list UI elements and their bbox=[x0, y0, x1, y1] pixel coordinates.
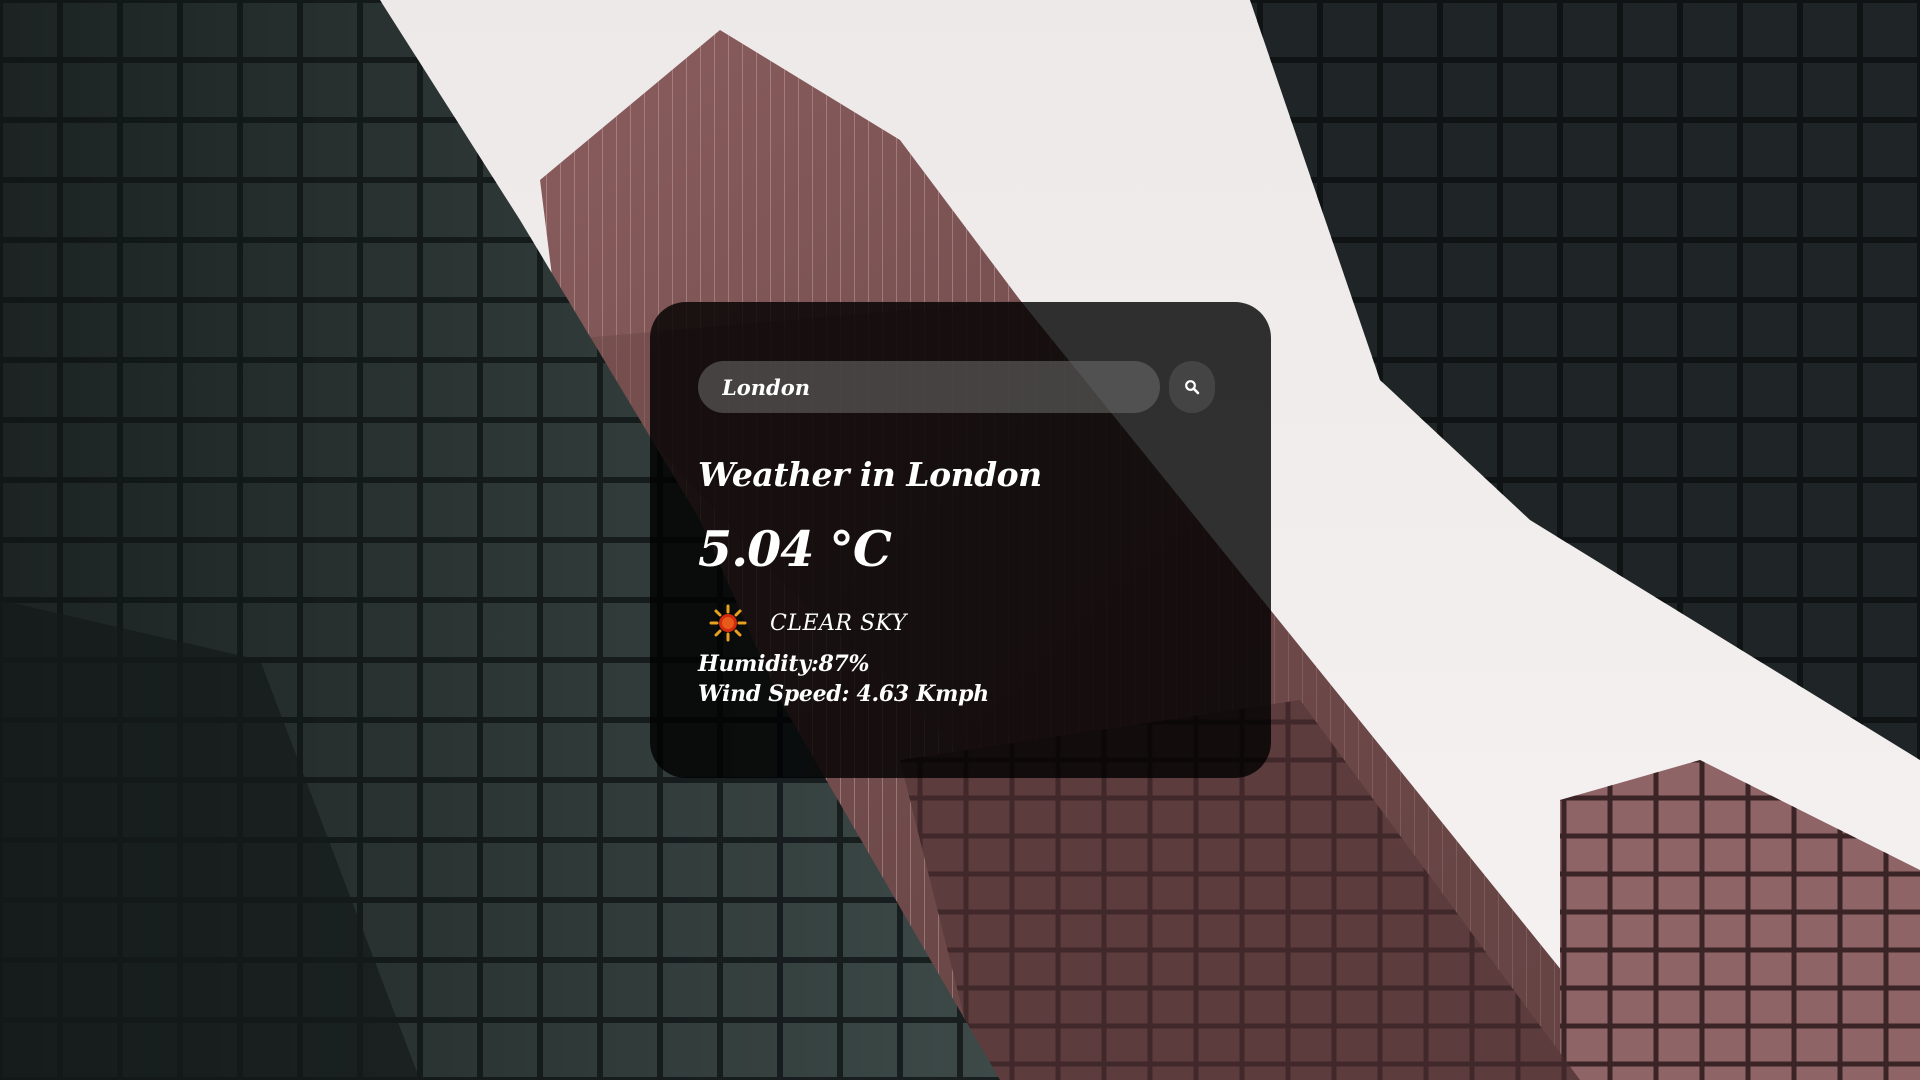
condition-text: CLEAR SKY bbox=[770, 610, 907, 636]
condition-row: CLEAR SKY bbox=[698, 603, 1223, 643]
sun-icon bbox=[709, 604, 747, 642]
weather-title: Weather in London bbox=[698, 455, 1042, 494]
wind-speed-text: Wind Speed: 4.63 Kmph bbox=[698, 681, 989, 708]
temperature-value: 5.04 °C bbox=[698, 520, 892, 579]
search-button[interactable] bbox=[1169, 361, 1215, 413]
search-icon bbox=[1185, 380, 1200, 395]
humidity-text: Humidity:87% bbox=[698, 651, 870, 678]
weather-card: Weather in London 5.04 °C CLEAR SKY Humi… bbox=[650, 302, 1271, 778]
search-input[interactable] bbox=[698, 361, 1160, 413]
search-bar bbox=[698, 361, 1223, 413]
